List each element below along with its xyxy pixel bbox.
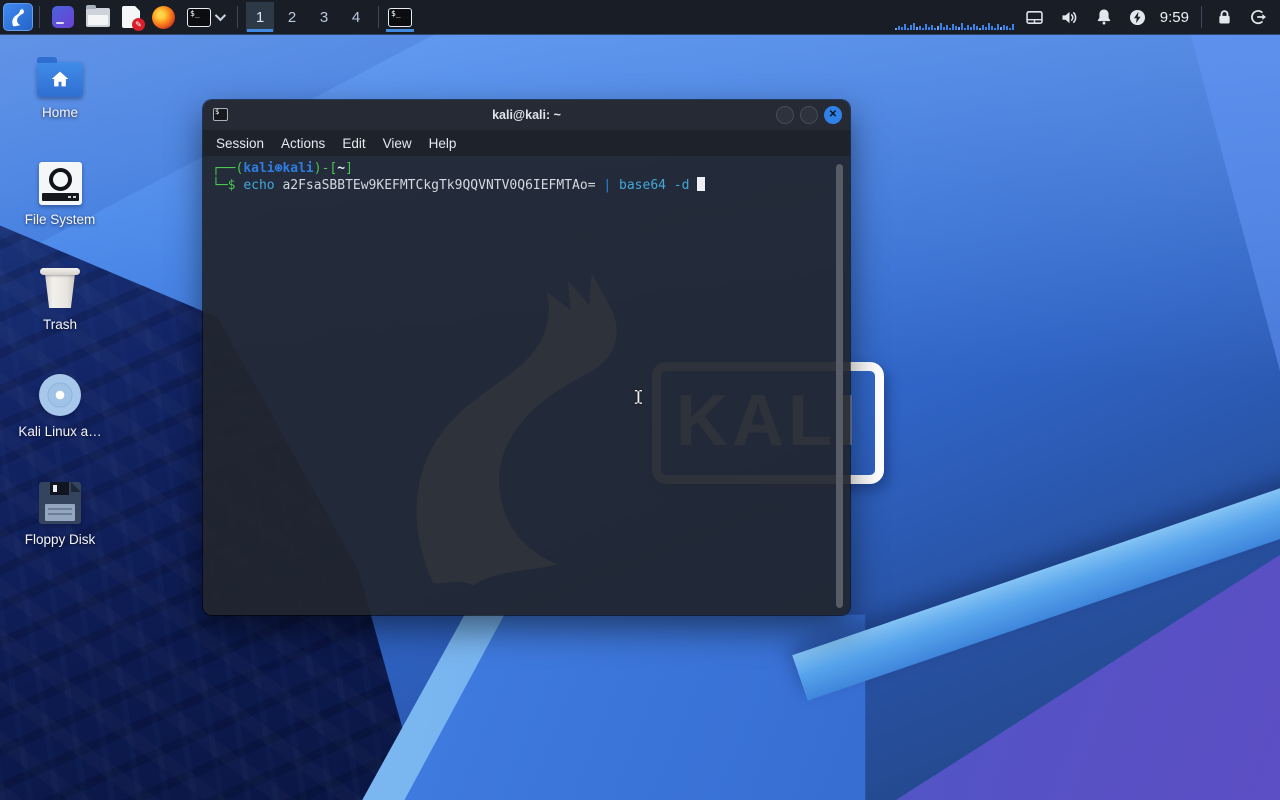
panel-separator bbox=[39, 6, 40, 28]
desktop-icon-trash[interactable]: Trash bbox=[12, 266, 108, 332]
trash-icon bbox=[45, 274, 75, 308]
close-button[interactable]: ✕ bbox=[824, 106, 842, 124]
house-icon bbox=[51, 71, 69, 87]
drive-icon bbox=[38, 161, 82, 205]
terminal-icon: $_ bbox=[388, 7, 412, 27]
chevron-down-icon[interactable] bbox=[214, 9, 227, 22]
kali-menu-button[interactable] bbox=[3, 3, 33, 31]
touchpad-icon bbox=[1026, 10, 1043, 24]
power-battery-icon bbox=[1129, 9, 1145, 25]
kali-logo-icon bbox=[12, 8, 24, 27]
menu-actions[interactable]: Actions bbox=[281, 136, 325, 151]
terminal-cursor bbox=[697, 177, 706, 191]
bell-icon bbox=[1097, 9, 1110, 25]
notifications[interactable] bbox=[1094, 7, 1114, 27]
desktop-icon-label: File System bbox=[24, 212, 96, 227]
text-editor-icon: ✎ bbox=[122, 6, 145, 31]
menu-session[interactable]: Session bbox=[216, 136, 264, 151]
launcher-firefox[interactable] bbox=[152, 5, 175, 29]
volume-control[interactable] bbox=[1059, 7, 1080, 28]
menu-view[interactable]: View bbox=[383, 136, 412, 151]
window-title: kali@kali: ~ bbox=[492, 108, 561, 122]
panel-separator bbox=[378, 6, 379, 28]
workspace-1[interactable]: 1 bbox=[246, 2, 274, 32]
logout-icon bbox=[1251, 10, 1266, 25]
panel-separator bbox=[1201, 6, 1202, 28]
desktop-icon-floppy-disk[interactable]: Floppy Disk bbox=[12, 481, 108, 547]
desktop-icon-label: Home bbox=[41, 105, 78, 120]
launcher-file-manager[interactable] bbox=[86, 4, 110, 27]
home-folder-icon bbox=[37, 56, 83, 97]
workspace-2[interactable]: 2 bbox=[278, 2, 306, 32]
launcher-text-editor[interactable]: ✎ bbox=[122, 6, 145, 31]
terminal-icon: $_ bbox=[187, 7, 211, 27]
firefox-icon bbox=[152, 5, 175, 29]
maximize-button[interactable] bbox=[800, 106, 818, 124]
terminal-scrollbar[interactable] bbox=[836, 164, 843, 608]
terminal-output-line: ┌──(kali⊛kali)-[~] bbox=[212, 161, 353, 176]
terminal-titlebar[interactable]: kali@kali: ~ ✕ bbox=[203, 100, 850, 130]
clock[interactable]: 9:59 bbox=[1160, 9, 1189, 26]
drive-slot bbox=[41, 192, 79, 201]
terminal-window: kali@kali: ~ ✕ Session Actions Edit View… bbox=[203, 100, 850, 615]
system-monitor-graph[interactable] bbox=[893, 4, 1017, 30]
system-tray: 9:59 bbox=[893, 4, 1280, 30]
desktop-icon-home[interactable]: Home bbox=[12, 54, 108, 120]
file-manager-icon bbox=[86, 4, 110, 27]
taskbar-terminal-window[interactable]: $_ bbox=[385, 2, 415, 32]
menu-help[interactable]: Help bbox=[429, 136, 457, 151]
desktop-icon-label: Kali Linux a… bbox=[18, 424, 102, 439]
desktop-icon-file-system[interactable]: File System bbox=[12, 161, 108, 227]
window-app-icon bbox=[52, 6, 74, 28]
terminal-body[interactable]: ┌──(kali⊛kali)-[~] └─$ echo a2FsaSBBTEw9K… bbox=[203, 156, 850, 615]
floppy-shutter bbox=[50, 482, 69, 495]
touchpad-indicator[interactable] bbox=[1024, 7, 1045, 28]
launcher-terminal[interactable]: $_ bbox=[187, 7, 211, 27]
workspace-switcher: 1 2 3 4 bbox=[244, 2, 372, 32]
panel-separator bbox=[237, 6, 238, 28]
terminal-output-line: └─$ echo a2FsaSBBTEw9KEFMTCkgTk9QQVNTV0Q… bbox=[212, 177, 830, 194]
lock-screen-button[interactable] bbox=[1215, 8, 1234, 27]
desktop-icon-label: Trash bbox=[42, 317, 77, 332]
trash-lid bbox=[40, 268, 80, 275]
desktop-icon-label: Floppy Disk bbox=[24, 532, 96, 547]
desktop-icon-kali-linux[interactable]: Kali Linux a… bbox=[12, 373, 108, 439]
desktop-root: KALI Home File System Trash Kali Linux a… bbox=[0, 0, 1280, 800]
launcher-window-app[interactable] bbox=[52, 6, 74, 28]
top-panel: ✎ $_ 1 2 3 4 $_ 9:59 bbox=[0, 0, 1280, 34]
minimize-button[interactable] bbox=[776, 106, 794, 124]
menu-edit[interactable]: Edit bbox=[342, 136, 365, 151]
disc-icon bbox=[39, 374, 81, 416]
workspace-3[interactable]: 3 bbox=[310, 2, 338, 32]
volume-icon bbox=[1062, 11, 1077, 23]
terminal-output: ┌──(kali⊛kali)-[~] └─$ echo a2FsaSBBTEw9K… bbox=[212, 160, 830, 194]
ibeam-cursor bbox=[633, 389, 643, 405]
floppy-icon bbox=[39, 482, 81, 524]
logout-button[interactable] bbox=[1248, 7, 1268, 27]
workspace-4[interactable]: 4 bbox=[342, 2, 370, 32]
terminal-menubar: Session Actions Edit View Help bbox=[203, 130, 850, 156]
power-manager[interactable] bbox=[1128, 8, 1147, 27]
drive-ring bbox=[48, 167, 72, 191]
floppy-label bbox=[45, 504, 75, 521]
lock-icon bbox=[1219, 9, 1230, 23]
